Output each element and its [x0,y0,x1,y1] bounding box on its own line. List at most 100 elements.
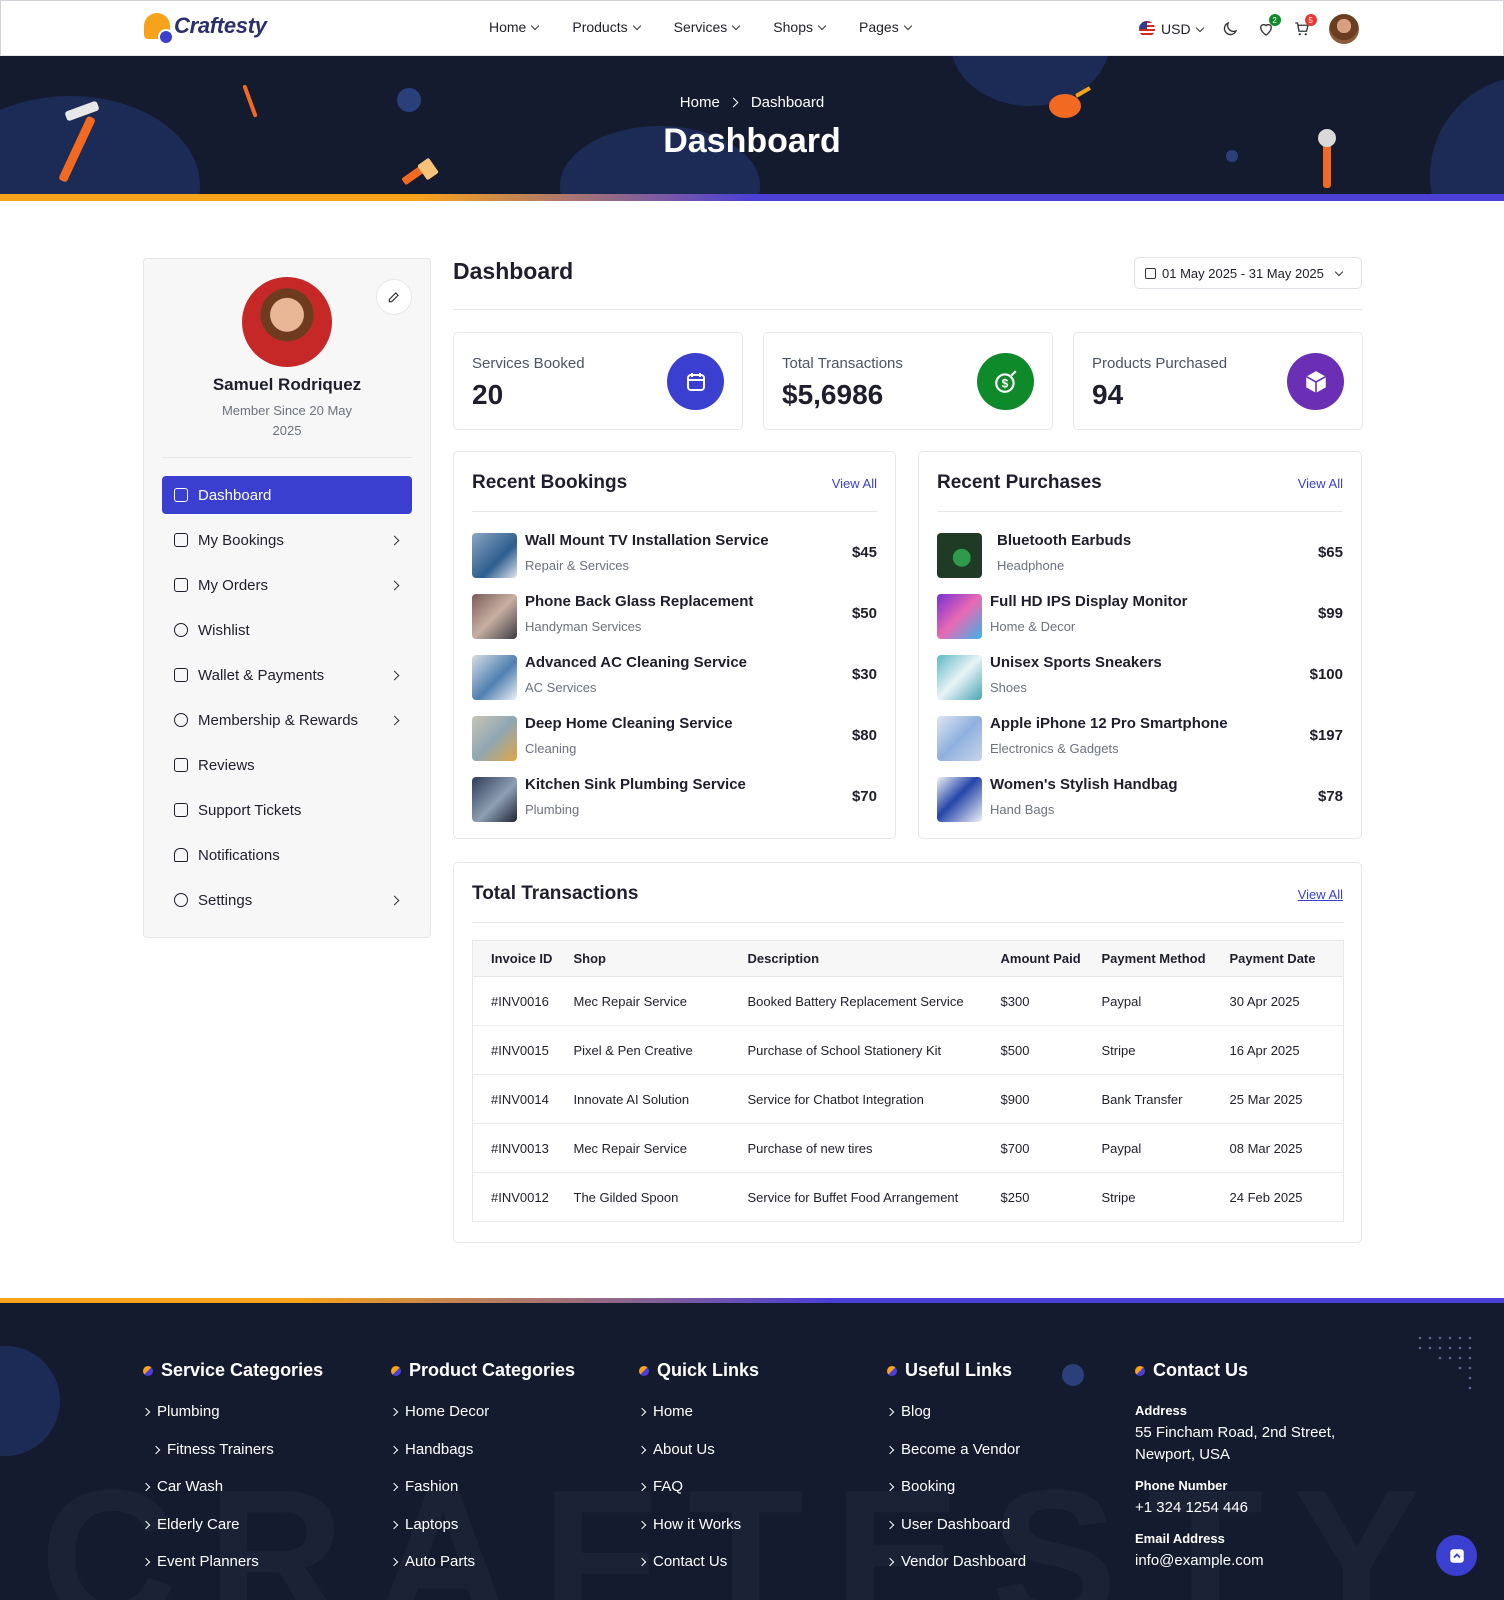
bullet-icon [639,1365,649,1376]
chevron-right-icon [389,580,400,590]
sidebar-item-dashboard[interactable]: Dashboard [162,476,412,514]
theme-toggle-button[interactable] [1221,20,1239,38]
footer-link[interactable]: Auto Parts [389,1553,575,1591]
date-range-picker[interactable]: 01 May 2025 - 31 May 2025 [1134,257,1362,289]
sidebar-item-notifications[interactable]: Notifications [162,836,412,874]
brand-logo[interactable]: Craftesty [144,13,267,45]
sidebar-item-reviews[interactable]: Reviews [162,746,412,784]
phone-value[interactable]: +1 324 1254 446 [1135,1497,1365,1519]
amount-paid: $700 [982,1123,1084,1173]
footer-link[interactable]: Plumbing [141,1403,323,1441]
footer-link[interactable]: Vendor Dashboard [885,1553,1026,1591]
breadcrumb-home[interactable]: Home [680,94,720,111]
bullet-icon [887,1365,897,1376]
footer-link[interactable]: Home [637,1403,759,1441]
divider [937,511,1343,512]
list-item[interactable]: Wall Mount TV Installation Service Repai… [472,530,877,578]
product-name: Bluetooth Earbuds [997,532,1132,549]
footer-link[interactable]: FAQ [637,1478,759,1516]
sidebar-item-settings[interactable]: Settings [162,881,412,919]
footer-heading: Service Categories [161,1360,324,1380]
footer-link[interactable]: Become a Vendor [885,1441,1026,1479]
cart-button[interactable]: 5 [1293,14,1317,38]
booking-price: $30 [851,666,877,683]
chevron-right-icon [389,670,400,680]
sidebar-item-wishlist[interactable]: Wishlist [162,611,412,649]
booking-category: Handyman Services [525,619,642,634]
payment-method: Stripe [1083,1172,1212,1222]
footer-link[interactable]: Contact Us [637,1553,759,1591]
footer-quick-links: Quick Links Home About Us FAQ How it Wor… [637,1360,759,1591]
footer-link-label: Event Planners [157,1553,259,1570]
nav-services[interactable]: Services [674,19,741,35]
shop-name: Innovate AI Solution [555,1074,730,1124]
sidebar-item-my-bookings[interactable]: My Bookings [162,521,412,559]
footer-link[interactable]: Elderly Care [141,1516,323,1554]
footer-link[interactable]: Fitness Trainers [143,1441,323,1479]
list-item[interactable]: Phone Back Glass Replacement Handyman Se… [472,591,877,639]
list-item[interactable]: Kitchen Sink Plumbing Service Plumbing $… [472,774,877,822]
scroll-to-top-button[interactable] [1436,1535,1477,1576]
view-all-purchases-link[interactable]: View All [1298,476,1343,491]
footer-link[interactable]: Blog [885,1403,1026,1441]
chevron-right-icon [141,1482,151,1492]
sidebar-item-my-orders[interactable]: My Orders [162,566,412,604]
invoice-id: #INV0012 [472,1172,556,1222]
footer-link[interactable]: Booking [885,1478,1026,1516]
list-item[interactable]: Unisex Sports Sneakers Shoes $100 [937,652,1343,700]
list-item[interactable]: Full HD IPS Display Monitor Home & Decor… [937,591,1343,639]
currency-selector[interactable]: USD [1139,21,1204,37]
list-item[interactable]: Deep Home Cleaning Service Cleaning $80 [472,713,877,761]
email-value[interactable]: info@example.com [1135,1550,1365,1572]
top-navbar: Craftesty Home Products Services Shops P… [0,0,1504,56]
view-all-bookings-link[interactable]: View All [832,476,877,491]
nav-products[interactable]: Products [572,19,641,35]
footer-link[interactable]: Home Decor [389,1403,575,1441]
table-header-row: Invoice ID Shop Description Amount Paid … [472,940,1344,977]
sidebar-item-support-tickets[interactable]: Support Tickets [162,791,412,829]
sidebar-item-label: Dashboard [198,486,272,504]
sidebar-item-wallet[interactable]: Wallet & Payments [162,656,412,694]
nav-pages[interactable]: Pages [859,19,912,35]
booking-price: $80 [851,727,877,744]
column-header: Payment Date [1211,940,1344,977]
sidebar-item-membership[interactable]: Membership & Rewards [162,701,412,739]
footer-link[interactable]: User Dashboard [885,1516,1026,1554]
invoice-id: #INV0014 [472,1074,556,1124]
nav-home-label: Home [489,19,527,35]
sidebar-item-label: My Bookings [198,531,284,549]
star-icon [174,758,188,772]
footer-link[interactable]: Car Wash [141,1478,323,1516]
chevron-right-icon [885,1407,895,1417]
list-item[interactable]: Advanced AC Cleaning Service AC Services… [472,652,877,700]
product-price: $197 [1309,727,1343,744]
list-item[interactable]: Apple iPhone 12 Pro Smartphone Electroni… [937,713,1343,761]
calendar-icon [174,533,188,547]
footer-link[interactable]: Event Planners [141,1553,323,1591]
nav-shops[interactable]: Shops [773,19,827,35]
booking-name: Deep Home Cleaning Service [525,715,733,732]
chevron-down-icon [632,21,641,30]
heart-icon [174,623,188,637]
divider [453,309,1362,310]
product-thumbnail [937,594,982,639]
nav-home[interactable]: Home [489,19,540,35]
wishlist-button[interactable]: 2 [1257,14,1281,38]
table-row: #INV0016 Mec Repair Service Booked Batte… [472,976,1344,1026]
footer-link[interactable]: How it Works [637,1516,759,1554]
sidebar-item-label: My Orders [198,576,269,594]
booking-category: AC Services [525,680,597,695]
list-item[interactable]: Bluetooth Earbuds Headphone $65 [937,530,1343,578]
footer-link[interactable]: Fashion [389,1478,575,1516]
brand-name: Craftesty [174,13,267,38]
edit-profile-button[interactable] [376,279,412,315]
user-avatar[interactable] [1328,14,1359,44]
footer-link[interactable]: Laptops [389,1516,575,1554]
list-item[interactable]: Women's Stylish Handbag Hand Bags $78 [937,774,1343,822]
view-all-transactions-link[interactable]: View All [1298,887,1343,902]
calendar-icon [667,353,724,410]
booking-name: Wall Mount TV Installation Service [525,532,769,549]
footer-link[interactable]: Handbags [389,1441,575,1479]
footer-link[interactable]: About Us [637,1441,759,1479]
table-row: #INV0014 Innovate AI Solution Service fo… [472,1074,1344,1124]
